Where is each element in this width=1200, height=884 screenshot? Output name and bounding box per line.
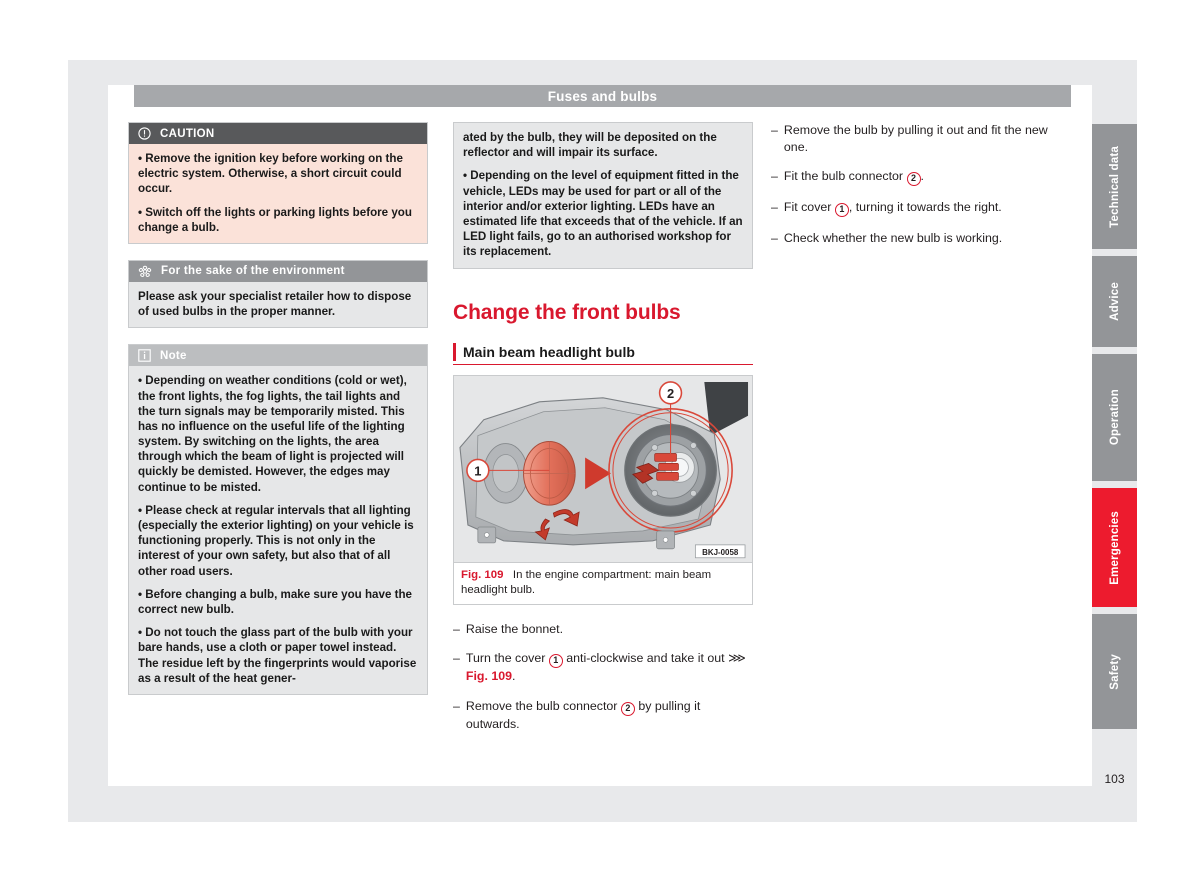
step-text-before: Check whether the new bulb is working. bbox=[783, 231, 1003, 245]
running-header: Fuses and bulbs bbox=[134, 85, 1071, 107]
dash-marker: – bbox=[771, 231, 778, 245]
caution-notice: CAUTION • Remove the ignition key before… bbox=[128, 122, 428, 244]
list-item: – Fit cover 1, turning it towards the ri… bbox=[771, 199, 1071, 217]
svg-text:BKJ-0058: BKJ-0058 bbox=[702, 547, 739, 556]
callout-reference-2: 2 bbox=[620, 701, 635, 716]
caution-paragraph: • Switch off the lights or parking light… bbox=[138, 205, 412, 234]
callout-reference-1: 1 bbox=[548, 654, 563, 669]
sidebar-item-label: Safety bbox=[1108, 653, 1121, 690]
flower-environment-icon bbox=[138, 265, 152, 278]
figure-caption-label: Fig. 109 bbox=[461, 569, 504, 582]
list-item: – Check whether the new bulb is working. bbox=[771, 230, 1071, 247]
step-text-after: anti-clockwise and take it out ⋙ bbox=[562, 651, 746, 666]
note-notice-header: Note bbox=[129, 345, 427, 367]
step-text-after: . bbox=[920, 169, 924, 183]
sidebar-item-technical-data[interactable]: Technical data bbox=[1092, 124, 1137, 249]
dash-marker: – bbox=[453, 621, 460, 636]
list-item: – Raise the bonnet. bbox=[453, 621, 753, 638]
list-item-text: Fit the bulb connector 2. bbox=[784, 168, 1071, 186]
dash-marker: – bbox=[771, 169, 778, 183]
note-continuation-box: ated by the bulb, they will be deposited… bbox=[453, 122, 753, 269]
list-item-text: Remove the bulb connector 2 by pulling i… bbox=[466, 698, 753, 733]
sidebar-item-emergencies[interactable]: Emergencies bbox=[1092, 488, 1137, 607]
step-text-after: , turning it towards the right. bbox=[848, 200, 1002, 214]
right-step-list: – Remove the bulb by pulling it out and … bbox=[771, 122, 1071, 247]
note-notice-body: • Depending on weather conditions (cold … bbox=[129, 366, 427, 694]
manual-page-viewer: Fuses and bulbs CAUTION • Remove the ign… bbox=[0, 0, 1200, 884]
environment-paragraph: Please ask your specialist retailer how … bbox=[138, 289, 412, 319]
note-notice-title: Note bbox=[160, 349, 187, 362]
environment-notice: For the sake of the environment Please a… bbox=[128, 259, 428, 329]
figure-caption: Fig. 109 In the engine compartment: main… bbox=[453, 563, 753, 605]
svg-text:2: 2 bbox=[667, 385, 674, 400]
sidebar-item-safety[interactable]: Safety bbox=[1092, 614, 1137, 729]
svg-text:1: 1 bbox=[474, 463, 481, 478]
dash-marker: – bbox=[771, 200, 778, 214]
sidebar-item-label: Technical data bbox=[1108, 145, 1121, 228]
environment-notice-body: Please ask your specialist retailer how … bbox=[129, 281, 427, 328]
dash-marker: – bbox=[771, 123, 778, 137]
environment-notice-title: For the sake of the environment bbox=[161, 265, 345, 278]
figure-109: 1 2 BKJ-0058 Fig. 109 In the engine comp… bbox=[453, 374, 753, 605]
sidebar-item-label: Advice bbox=[1108, 282, 1121, 321]
dash-marker: – bbox=[453, 698, 460, 713]
note-continuation-paragraph: • Depending on the level of equipment fi… bbox=[463, 169, 743, 259]
sidebar-item-label: Emergencies bbox=[1108, 510, 1121, 585]
page-title: Change the front bulbs bbox=[453, 300, 681, 324]
sidebar-item-label: Operation bbox=[1108, 389, 1121, 446]
note-paragraph: • Before changing a bulb, make sure you … bbox=[138, 587, 413, 616]
note-paragraph: • Depending on weather conditions (cold … bbox=[138, 374, 407, 494]
step-text-before: Raise the bonnet. bbox=[465, 621, 564, 636]
subsection-title: Main beam headlight bulb bbox=[453, 342, 753, 365]
step-text-before: Remove the bulb by pulling it out and fi… bbox=[783, 123, 1048, 154]
step-text-before: Fit the bulb connector bbox=[783, 169, 907, 183]
middle-step-list: – Raise the bonnet. – Turn the cover 1 a… bbox=[453, 621, 753, 733]
caution-notice-header: CAUTION bbox=[129, 123, 427, 144]
middle-column: ated by the bulb, they will be deposited… bbox=[453, 122, 753, 732]
caution-notice-body: • Remove the ignition key before working… bbox=[129, 144, 427, 243]
figure-cross-reference[interactable]: Fig. 109 bbox=[466, 669, 512, 683]
list-item-text: Turn the cover 1 anti-clockwise and take… bbox=[466, 650, 753, 685]
environment-notice-header: For the sake of the environment bbox=[129, 260, 427, 282]
exclamation-circle-icon bbox=[138, 127, 151, 140]
headlight-diagram: 1 2 BKJ-0058 bbox=[453, 374, 753, 564]
list-item: – Remove the bulb connector 2 by pulling… bbox=[453, 698, 753, 733]
step-text-tail: . bbox=[512, 669, 516, 684]
note-continuation-paragraph: ated by the bulb, they will be deposited… bbox=[463, 131, 717, 160]
note-notice: Note • Depending on weather conditions (… bbox=[128, 344, 428, 695]
running-header-title: Fuses and bulbs bbox=[547, 88, 658, 104]
note-paragraph: • Do not touch the glass part of the bul… bbox=[138, 626, 417, 685]
note-paragraph: • Please check at regular intervals that… bbox=[138, 503, 414, 578]
step-text-before: Fit cover bbox=[783, 200, 835, 214]
list-item: – Fit the bulb connector 2. bbox=[771, 168, 1071, 186]
list-item-text: Remove the bulb by pulling it out and fi… bbox=[784, 122, 1071, 155]
list-item-text: Fit cover 1, turning it towards the righ… bbox=[784, 199, 1071, 217]
page-number: 103 bbox=[1104, 772, 1125, 786]
caution-paragraph: • Remove the ignition key before working… bbox=[138, 152, 403, 196]
info-square-icon bbox=[138, 349, 151, 363]
callout-reference-2: 2 bbox=[906, 172, 921, 186]
sidebar-item-operation[interactable]: Operation bbox=[1092, 354, 1137, 481]
caution-notice-title: CAUTION bbox=[160, 127, 215, 140]
list-item: – Remove the bulb by pulling it out and … bbox=[771, 122, 1071, 155]
list-item-text: Check whether the new bulb is working. bbox=[784, 230, 1071, 247]
left-column: CAUTION • Remove the ignition key before… bbox=[128, 122, 428, 711]
step-text-before: Turn the cover bbox=[465, 651, 549, 666]
list-item-text: Raise the bonnet. bbox=[466, 621, 753, 638]
list-item: – Turn the cover 1 anti-clockwise and ta… bbox=[453, 650, 753, 685]
step-text-before: Remove the bulb connector bbox=[465, 698, 621, 713]
dash-marker: – bbox=[453, 651, 460, 666]
callout-reference-1: 1 bbox=[834, 203, 849, 217]
sidebar-item-advice[interactable]: Advice bbox=[1092, 256, 1137, 347]
right-column: – Remove the bulb by pulling it out and … bbox=[771, 122, 1071, 247]
